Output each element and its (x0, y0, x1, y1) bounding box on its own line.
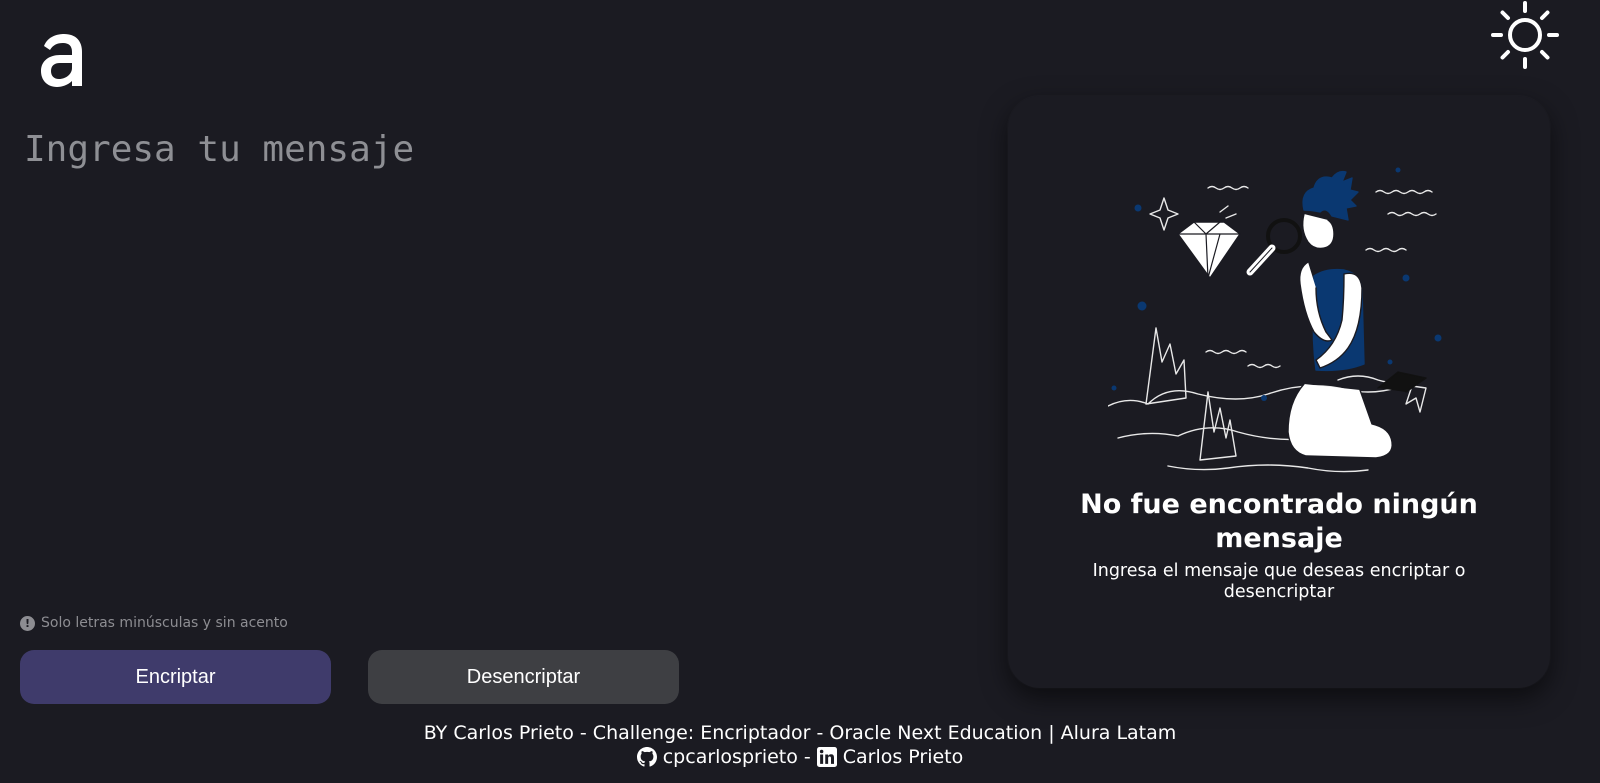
github-link[interactable]: cpcarlosprieto (663, 745, 798, 769)
sun-icon[interactable] (1490, 0, 1560, 70)
github-icon (636, 747, 657, 767)
footer-separator: - (803, 746, 811, 768)
alura-logo-icon (38, 26, 86, 92)
encrypt-button[interactable]: Encriptar (20, 650, 331, 704)
hint-text: Solo letras minúsculas y sin acento (41, 615, 288, 631)
result-title: No fue encontrado ningún mensaje (1008, 488, 1550, 556)
exclamation-circle-icon: ! (20, 615, 35, 631)
result-subtitle: Ingresa el mensaje que deseas encriptar … (1092, 561, 1466, 602)
footer: BY Carlos Prieto - Challenge: Encriptado… (0, 721, 1600, 769)
result-panel: No fue encontrado ningún mensaje Ingresa… (1008, 96, 1550, 688)
input-hint: ! Solo letras minúsculas y sin acento (20, 615, 288, 631)
result-title-line2: mensaje (1215, 523, 1343, 554)
person-with-magnifying-glass-illustration (1107, 166, 1468, 486)
result-title-line1: No fue encontrado ningún (1080, 489, 1478, 520)
linkedin-link[interactable]: Carlos Prieto (843, 745, 964, 769)
footer-credits: BY Carlos Prieto - Challenge: Encriptado… (423, 722, 1177, 744)
decrypt-button[interactable]: Desencriptar (368, 650, 679, 704)
linkedin-icon (816, 747, 837, 767)
footer-links: cpcarlosprieto - Carlos Prieto (0, 745, 1600, 769)
message-input[interactable] (20, 118, 950, 588)
